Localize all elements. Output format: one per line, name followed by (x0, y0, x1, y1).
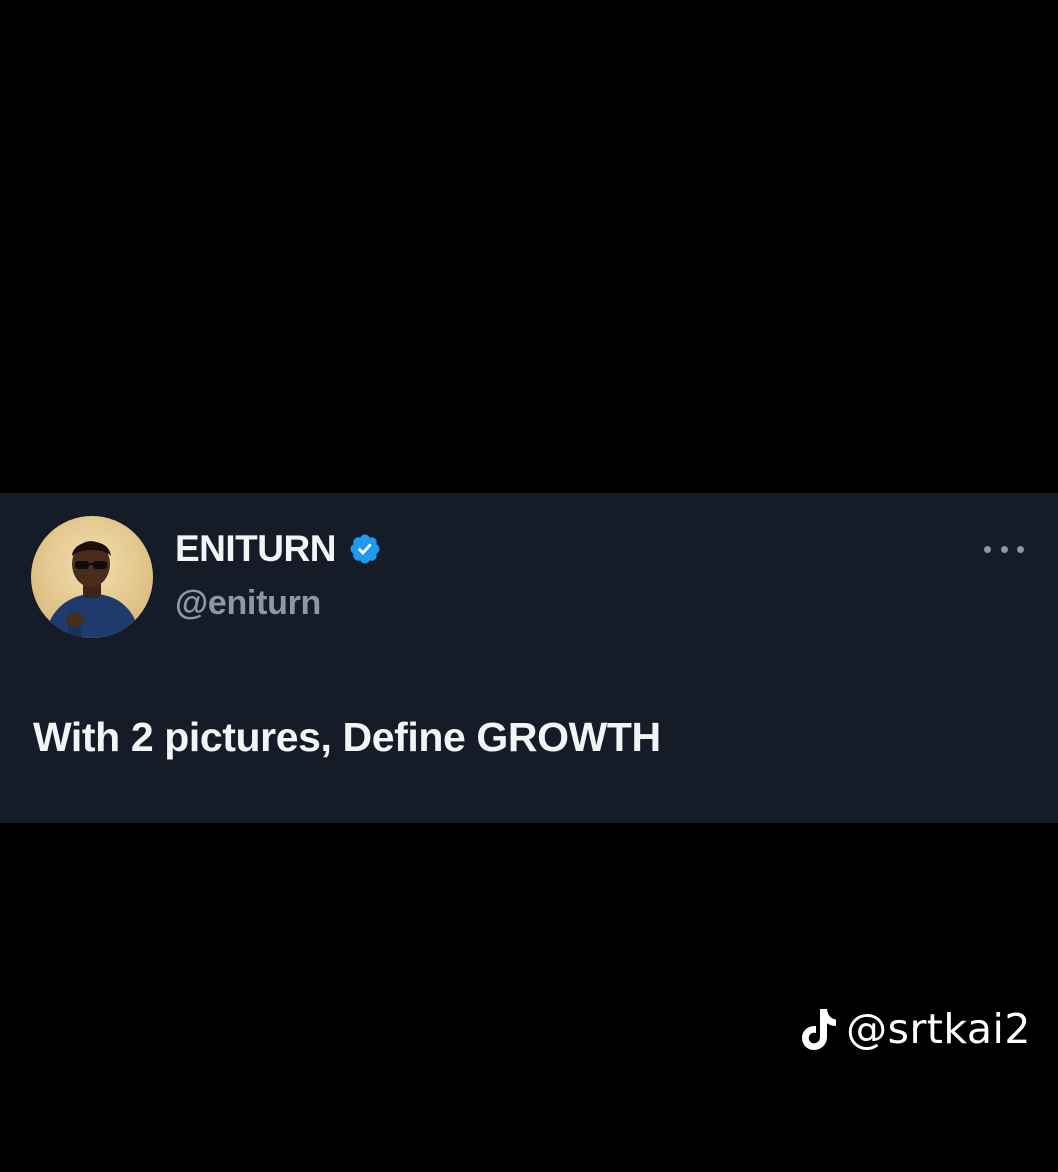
watermark-handle: @srtkai2 (846, 1005, 1031, 1053)
display-name-row[interactable]: ENITURN (175, 527, 382, 571)
user-handle[interactable]: @eniturn (175, 581, 321, 625)
more-horizontal-icon-dot (1017, 545, 1024, 553)
more-horizontal-icon (984, 545, 991, 553)
more-horizontal-icon-dot (1000, 545, 1008, 553)
verified-badge-icon (348, 532, 382, 566)
tweet-card: ENITURN @eniturn With 2 pictures, Define… (0, 493, 1058, 823)
avatar[interactable] (31, 516, 153, 638)
avatar-image (31, 516, 153, 638)
display-name[interactable]: ENITURN (175, 527, 336, 571)
tiktok-logo-icon (800, 1007, 838, 1051)
more-options-button[interactable] (984, 539, 1024, 559)
tiktok-watermark: @srtkai2 (800, 1004, 1031, 1054)
tweet-text: With 2 pictures, Define GROWTH (33, 714, 661, 760)
